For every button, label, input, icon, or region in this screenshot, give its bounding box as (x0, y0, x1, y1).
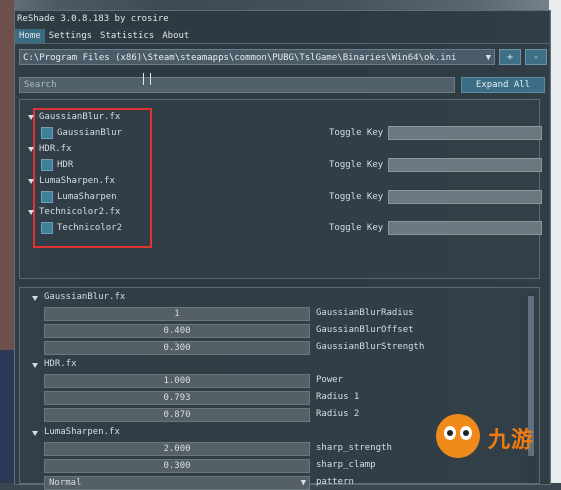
toggle-key-input[interactable] (388, 190, 542, 204)
add-preset-button[interactable]: + (499, 49, 521, 65)
param-value-field[interactable]: 1.000 (44, 374, 310, 388)
mascot-pupil (447, 430, 453, 436)
tab-statistics[interactable]: Statistics (96, 29, 158, 43)
effect-group-technicolor2: Technicolor2.fx (20, 205, 539, 219)
effect-group-gaussianblur: GaussianBlur.fx (20, 110, 539, 124)
param-label: Radius 2 (316, 409, 360, 419)
param-label: pattern (316, 477, 354, 487)
technique-label: LumaSharpen (57, 192, 117, 202)
mascot-icon (436, 414, 480, 458)
preset-dropdown[interactable]: C:\Program Files (x86)\Steam\steamapps\c… (19, 49, 495, 65)
toggle-key-input[interactable] (388, 126, 542, 140)
param-value-field[interactable]: 1 (44, 307, 310, 321)
collapse-triangle-icon[interactable] (28, 147, 34, 152)
technique-row: LumaSharpen Toggle Key (20, 190, 542, 204)
effect-file-label: HDR.fx (39, 144, 72, 154)
window-title: ReShade 3.0.8.183 by crosire (17, 14, 169, 24)
mascot-eye (460, 426, 472, 440)
param-label: Radius 1 (316, 392, 360, 402)
param-value-field[interactable]: 0.793 (44, 391, 310, 405)
param-value-field[interactable]: 2.000 (44, 442, 310, 456)
technique-checkbox[interactable] (41, 222, 53, 234)
param-label: sharp_clamp (316, 460, 376, 470)
text-cursor-icon (143, 73, 151, 85)
collapse-triangle-icon[interactable] (32, 363, 38, 368)
technique-checkbox[interactable] (41, 159, 53, 171)
settings-group-label: HDR.fx (44, 359, 77, 369)
search-input[interactable]: Search (19, 77, 455, 93)
toggle-key-label: Toggle Key (329, 160, 384, 170)
effect-group-lumasharpen: LumaSharpen.fx (20, 174, 539, 188)
settings-group-label: GaussianBlur.fx (44, 292, 126, 302)
pattern-value: Normal (49, 478, 82, 488)
toggle-key-label: Toggle Key (329, 192, 384, 202)
technique-row: HDR Toggle Key (20, 158, 542, 172)
effect-file-label: Technicolor2.fx (39, 207, 121, 217)
effect-file-label: LumaSharpen.fx (39, 176, 115, 186)
toggle-key-input[interactable] (388, 221, 542, 235)
effect-file-label: GaussianBlur.fx (39, 112, 121, 122)
technique-label: HDR (57, 160, 74, 170)
collapse-triangle-icon[interactable] (28, 210, 34, 215)
param-value-field[interactable]: 0.300 (44, 459, 310, 473)
pattern-dropdown[interactable]: Normal ▼ (44, 476, 310, 490)
remove-preset-button[interactable]: - (525, 49, 547, 65)
collapse-triangle-icon[interactable] (32, 431, 38, 436)
param-label: GaussianBlurOffset (316, 325, 414, 335)
technique-checkbox[interactable] (41, 127, 53, 139)
chevron-down-icon: ▼ (300, 478, 306, 488)
effect-group-hdr: HDR.fx (20, 142, 539, 156)
toggle-key-input[interactable] (388, 158, 542, 172)
toggle-key-label: Toggle Key (329, 128, 384, 138)
tab-about[interactable]: About (158, 29, 193, 43)
param-value-field[interactable]: 0.870 (44, 408, 310, 422)
param-label: Power (316, 375, 344, 385)
technique-row: Technicolor2 Toggle Key (20, 221, 542, 235)
settings-group-label: LumaSharpen.fx (44, 427, 120, 437)
toggle-key-label: Toggle Key (329, 223, 384, 233)
techniques-panel: GaussianBlur.fx GaussianBlur Toggle Key … (19, 99, 542, 279)
watermark-text: 九游 (488, 428, 535, 453)
watermark-logo: 九游 (426, 414, 556, 480)
technique-row: GaussianBlur Toggle Key (20, 126, 542, 140)
collapse-triangle-icon[interactable] (28, 115, 34, 120)
mascot-pupil (463, 430, 469, 436)
expand-all-button[interactable]: Expand All (461, 77, 545, 93)
param-label: sharp_strength (316, 443, 392, 453)
param-label: GaussianBlurRadius (316, 308, 414, 318)
param-value-field[interactable]: 0.300 (44, 341, 310, 355)
collapse-triangle-icon[interactable] (28, 179, 34, 184)
background-left-lower (0, 350, 14, 483)
tab-settings[interactable]: Settings (45, 29, 96, 43)
preset-path: C:\Program Files (x86)\Steam\steamapps\c… (23, 53, 457, 63)
param-label: GaussianBlurStrength (316, 342, 425, 352)
tab-home[interactable]: Home (15, 28, 45, 43)
technique-label: Technicolor2 (57, 223, 123, 233)
mascot-eye (444, 426, 456, 440)
menu-bar: Home Settings Statistics About (15, 28, 550, 44)
chevron-down-icon: ▼ (485, 53, 491, 63)
param-value-field[interactable]: 0.400 (44, 324, 310, 338)
collapse-triangle-icon[interactable] (32, 296, 38, 301)
technique-checkbox[interactable] (41, 191, 53, 203)
technique-label: GaussianBlur (57, 128, 123, 138)
